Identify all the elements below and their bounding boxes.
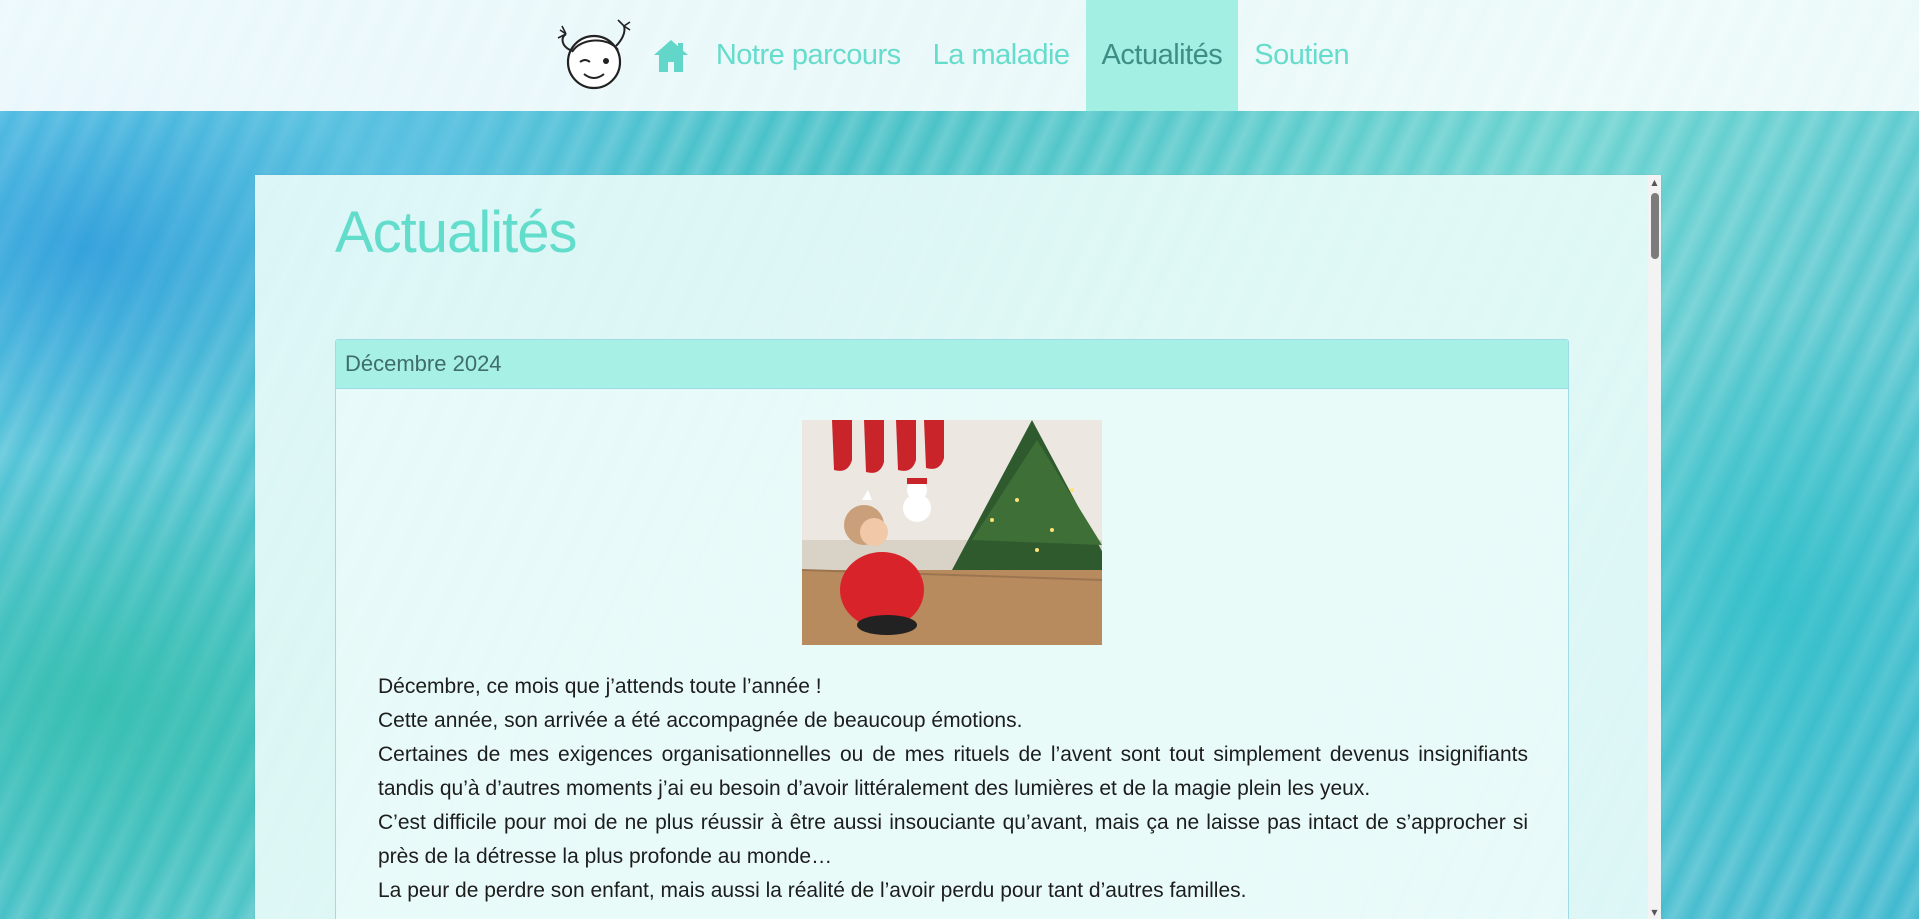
news-paragraph: La peur de perdre son enfant, mais aussi… bbox=[378, 879, 1247, 902]
news-card: Décembre 2024 Décembre, ce mois que j’at… bbox=[335, 339, 1569, 919]
christmas-photo bbox=[802, 420, 1102, 645]
main-nav: Notre parcours La maladie Actualités Sou… bbox=[554, 0, 1365, 111]
scrollbar-thumb[interactable] bbox=[1651, 193, 1659, 259]
page-title: Actualités bbox=[335, 200, 577, 265]
nav-la-maladie[interactable]: La maladie bbox=[917, 0, 1086, 111]
home-icon[interactable] bbox=[642, 0, 700, 111]
nav-actualites[interactable]: Actualités bbox=[1085, 0, 1239, 111]
news-text: Décembre, ce mois que j’attends toute l’… bbox=[378, 670, 1528, 908]
panel-scrollbar[interactable]: ▲ ▼ bbox=[1648, 175, 1661, 919]
news-paragraph: Certaines de mes exigences organisationn… bbox=[378, 743, 1528, 800]
content-panel: Actualités Décembre 2024 Décembre, ce mo… bbox=[255, 175, 1661, 919]
news-paragraph: Décembre, ce mois que j’attends toute l’… bbox=[378, 675, 822, 698]
news-paragraph: Cette année, son arrivée a été accompagn… bbox=[378, 709, 1023, 732]
site-header: Notre parcours La maladie Actualités Sou… bbox=[0, 0, 1919, 111]
news-paragraph: C’est difficile pour moi de ne plus réus… bbox=[378, 811, 1528, 868]
nav-notre-parcours[interactable]: Notre parcours bbox=[700, 0, 917, 111]
child-face-logo-icon[interactable] bbox=[554, 0, 634, 111]
scroll-down-arrow-icon[interactable]: ▼ bbox=[1648, 905, 1661, 919]
news-card-heading: Décembre 2024 bbox=[336, 340, 1568, 389]
scroll-up-arrow-icon[interactable]: ▲ bbox=[1648, 175, 1661, 189]
nav-soutien[interactable]: Soutien bbox=[1238, 0, 1365, 111]
